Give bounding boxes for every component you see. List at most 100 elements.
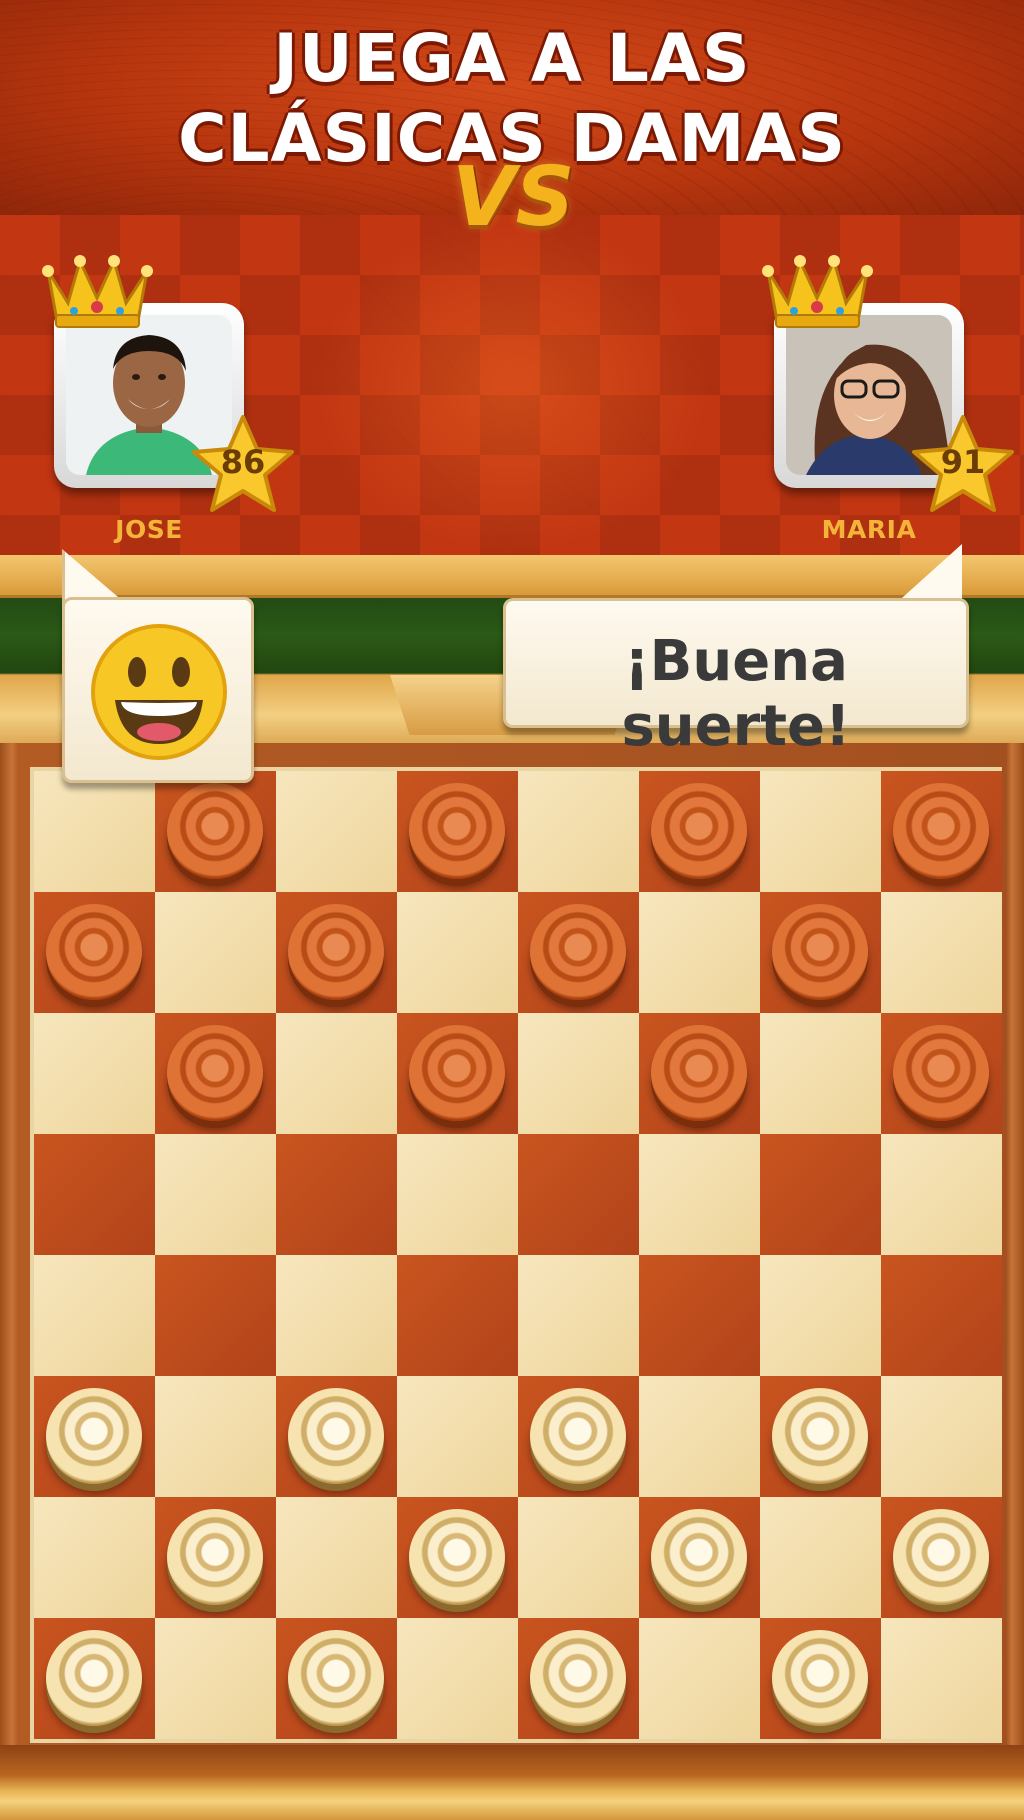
grinning-face-icon [91,624,227,760]
crown-icon [42,255,153,328]
level-star: 91 [908,411,1018,521]
white-checker-piece[interactable] [530,1388,626,1484]
white-checker-piece[interactable] [167,1509,263,1605]
square-e8[interactable] [518,771,639,892]
red-checker-piece[interactable] [409,783,505,879]
square-f8[interactable] [639,771,760,892]
white-checker-piece[interactable] [46,1630,142,1726]
white-checker-piece[interactable] [772,1630,868,1726]
red-checker-piece[interactable] [409,1025,505,1121]
red-checker-piece[interactable] [46,904,142,1000]
square-b8[interactable] [155,771,276,892]
white-checker-piece[interactable] [288,1630,384,1726]
white-checker-piece[interactable] [530,1630,626,1726]
square-f3[interactable] [639,1376,760,1497]
white-checker-piece[interactable] [46,1388,142,1484]
square-g1[interactable] [760,1618,881,1739]
square-e3[interactable] [518,1376,639,1497]
square-c8[interactable] [276,771,397,892]
level-star: 86 [188,411,298,521]
square-e4[interactable] [518,1255,639,1376]
square-h3[interactable] [881,1376,1002,1497]
red-checker-piece[interactable] [288,904,384,1000]
square-g8[interactable] [760,771,881,892]
crown-icon [762,255,873,328]
square-e6[interactable] [518,1013,639,1134]
square-f5[interactable] [639,1134,760,1255]
versus-label: VS [452,150,575,245]
square-d7[interactable] [397,892,518,1013]
square-e7[interactable] [518,892,639,1013]
square-c7[interactable] [276,892,397,1013]
square-d8[interactable] [397,771,518,892]
square-b6[interactable] [155,1013,276,1134]
square-a3[interactable] [34,1376,155,1497]
square-d4[interactable] [397,1255,518,1376]
square-h4[interactable] [881,1255,1002,1376]
red-checker-piece[interactable] [651,1025,747,1121]
square-c4[interactable] [276,1255,397,1376]
square-c2[interactable] [276,1497,397,1618]
square-a7[interactable] [34,892,155,1013]
square-b4[interactable] [155,1255,276,1376]
square-d3[interactable] [397,1376,518,1497]
white-checker-piece[interactable] [772,1388,868,1484]
square-g2[interactable] [760,1497,881,1618]
red-checker-piece[interactable] [893,783,989,879]
white-checker-piece[interactable] [651,1509,747,1605]
red-checker-piece[interactable] [167,783,263,879]
chat-message: ¡Buena suerte! [621,629,851,759]
square-h6[interactable] [881,1013,1002,1134]
square-a6[interactable] [34,1013,155,1134]
square-e5[interactable] [518,1134,639,1255]
square-g4[interactable] [760,1255,881,1376]
red-checker-piece[interactable] [772,904,868,1000]
square-f2[interactable] [639,1497,760,1618]
square-e2[interactable] [518,1497,639,1618]
square-d6[interactable] [397,1013,518,1134]
square-a8[interactable] [34,771,155,892]
square-e1[interactable] [518,1618,639,1739]
square-h2[interactable] [881,1497,1002,1618]
square-d5[interactable] [397,1134,518,1255]
square-h5[interactable] [881,1134,1002,1255]
player-jose[interactable]: 86 JOSE [40,243,294,544]
square-f6[interactable] [639,1013,760,1134]
square-f1[interactable] [639,1618,760,1739]
square-g5[interactable] [760,1134,881,1255]
square-c3[interactable] [276,1376,397,1497]
square-b2[interactable] [155,1497,276,1618]
red-checker-piece[interactable] [167,1025,263,1121]
white-checker-piece[interactable] [409,1509,505,1605]
red-checker-piece[interactable] [893,1025,989,1121]
checkers-board[interactable] [30,767,1002,1743]
square-d1[interactable] [397,1618,518,1739]
square-g6[interactable] [760,1013,881,1134]
white-checker-piece[interactable] [288,1388,384,1484]
square-b1[interactable] [155,1618,276,1739]
square-c1[interactable] [276,1618,397,1739]
square-h1[interactable] [881,1618,1002,1739]
red-checker-piece[interactable] [651,783,747,879]
square-a4[interactable] [34,1255,155,1376]
square-b5[interactable] [155,1134,276,1255]
square-f7[interactable] [639,892,760,1013]
square-b3[interactable] [155,1376,276,1497]
red-checker-piece[interactable] [530,904,626,1000]
square-c5[interactable] [276,1134,397,1255]
message-bubble: ¡Buena suerte! [503,598,969,759]
white-checker-piece[interactable] [893,1509,989,1605]
square-g3[interactable] [760,1376,881,1497]
square-h7[interactable] [881,892,1002,1013]
square-d2[interactable] [397,1497,518,1618]
square-a5[interactable] [34,1134,155,1255]
square-a1[interactable] [34,1618,155,1739]
player-name: JOSE [115,515,183,544]
square-g7[interactable] [760,892,881,1013]
player-maria[interactable]: 91 MARIA [760,243,1014,544]
square-a2[interactable] [34,1497,155,1618]
square-b7[interactable] [155,892,276,1013]
square-f4[interactable] [639,1255,760,1376]
square-h8[interactable] [881,771,1002,892]
square-c6[interactable] [276,1013,397,1134]
